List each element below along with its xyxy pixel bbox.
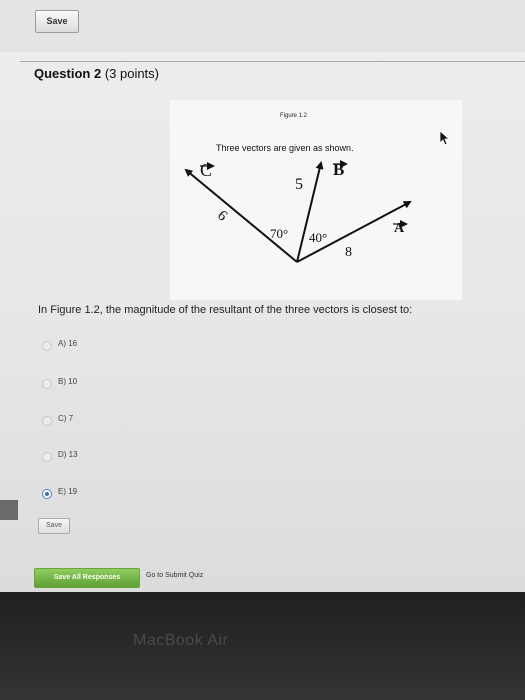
save-button-top[interactable]: Save [35, 10, 79, 33]
vector-c-line [184, 168, 298, 263]
top-toolbar: Save [0, 0, 525, 52]
go-to-submit-quiz-link[interactable]: Go to Submit Quiz [146, 572, 203, 579]
question-text: In Figure 1.2, the magnitude of the resu… [38, 304, 413, 316]
angle-70: 70° [270, 226, 289, 241]
question-number: Question 2 [34, 66, 102, 81]
vector-b-letter: B [333, 160, 345, 179]
radio-option-d[interactable] [42, 452, 52, 462]
question-points: (3 points) [104, 66, 160, 81]
radio-option-c[interactable] [42, 416, 52, 426]
quiz-screen: Save Question 2 (3 points) Figure 1.2 Th… [0, 0, 525, 592]
vector-c-letter: C [200, 160, 213, 180]
vector-diagram [184, 160, 412, 263]
option-e-label: E) 19 [58, 487, 78, 496]
save-all-responses-button[interactable]: Save All Responses [34, 568, 140, 588]
radio-option-e[interactable] [42, 489, 52, 499]
option-b-label: B) 10 [58, 377, 78, 386]
vector-figure: Figure 1.2 Three vectors are given as sh… [170, 100, 462, 300]
question-title: Question 2 (3 points) [34, 66, 159, 81]
radio-option-b[interactable] [42, 379, 52, 389]
vector-a-letter: A [394, 221, 405, 236]
laptop-bezel [0, 592, 525, 700]
radio-option-a[interactable] [42, 341, 52, 351]
mouse-cursor-icon [439, 130, 451, 146]
question-divider [20, 61, 525, 62]
option-c-label: C) 7 [58, 414, 74, 423]
device-brand-label: MacBook Air [133, 632, 229, 649]
magnitude-b: 5 [295, 176, 303, 193]
angle-40: 40° [309, 230, 328, 245]
magnitude-a: 8 [345, 245, 352, 260]
save-button[interactable]: Save [38, 518, 70, 534]
option-a-label: A) 16 [58, 339, 78, 348]
side-tab[interactable] [0, 500, 18, 520]
option-d-label: D) 13 [58, 450, 78, 459]
